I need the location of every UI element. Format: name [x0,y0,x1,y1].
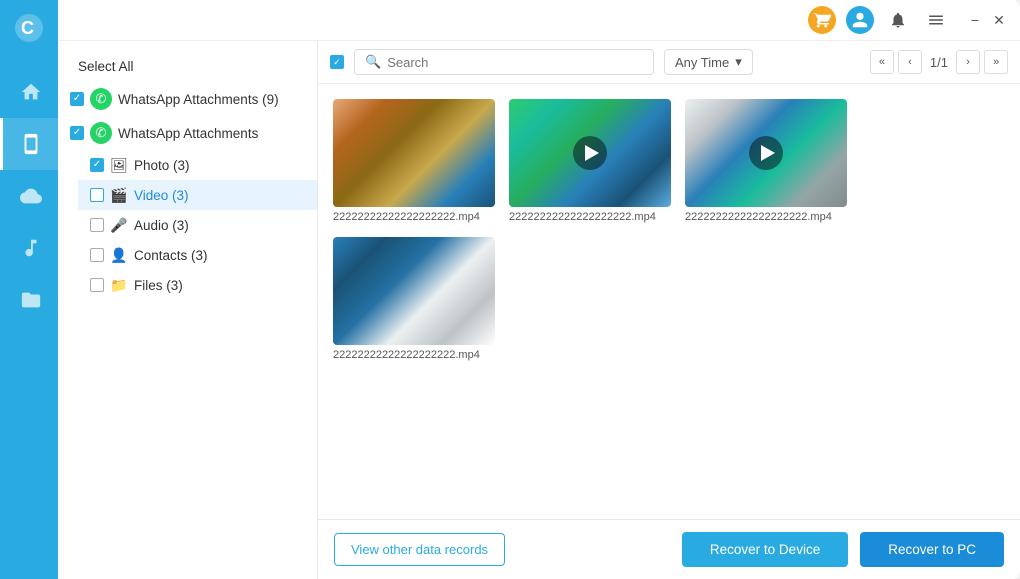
time-filter-dropdown[interactable]: Any Time ▾ [664,49,753,75]
main-window: − ✕ Select All ✆ WhatsApp Attachments (9… [58,0,1020,579]
nav-cloud[interactable] [0,170,58,222]
bell-icon[interactable] [884,6,912,34]
checkbox-contacts[interactable] [90,248,104,262]
page-info: 1/1 [926,55,952,70]
checkbox-whatsapp-top[interactable] [70,92,84,106]
time-filter-label: Any Time [675,55,729,70]
view-other-button[interactable]: View other data records [334,533,505,566]
media-name-2: 22222222222222222222.mp4 [509,211,671,223]
toolbar: 🔍 Any Time ▾ « ‹ 1/1 › » [318,41,1020,84]
recover-to-pc-button[interactable]: Recover to PC [860,532,1004,567]
search-icon: 🔍 [365,54,381,70]
play-button-3[interactable] [749,136,783,170]
video-icon: 🎬 [110,186,128,204]
checkbox-files[interactable] [90,278,104,292]
label-photo: Photo (3) [134,158,190,173]
close-button[interactable]: ✕ [990,11,1008,29]
app-logo: C [11,10,47,46]
media-item-3[interactable]: 22222222222222222222.mp4 [685,99,847,223]
whatsapp-icon-top: ✆ [90,88,112,110]
checkbox-video[interactable] [90,188,104,202]
nav-device[interactable] [0,118,58,170]
right-panel: 🔍 Any Time ▾ « ‹ 1/1 › » [318,41,1020,579]
media-item-2[interactable]: 22222222222222222222.mp4 [509,99,671,223]
select-all-row[interactable]: Select All [58,51,317,82]
media-item-4[interactable]: 22222222222222222222.mp4 [333,237,495,361]
svg-text:C: C [21,18,34,38]
page-last-button[interactable]: » [984,50,1008,74]
checkbox-audio[interactable] [90,218,104,232]
nav-folder[interactable] [0,274,58,326]
select-all-label: Select All [78,59,134,74]
title-bar-icons [808,6,950,34]
label-contacts: Contacts (3) [134,248,208,263]
media-thumb-2[interactable] [509,99,671,207]
whatsapp-icon: ✆ [90,122,112,144]
contacts-icon: 👤 [110,246,128,264]
page-prev-button[interactable]: ‹ [898,50,922,74]
checkbox-photo[interactable] [90,158,104,172]
audio-icon: 🎤 [110,216,128,234]
tree-item-video[interactable]: 🎬 Video (3) [78,180,317,210]
user-icon[interactable] [846,6,874,34]
tree-item-files[interactable]: 📁 Files (3) [78,270,317,300]
label-files: Files (3) [134,278,183,293]
tree-item-photo[interactable]: 🖼 Photo (3) [78,150,317,180]
sidebar-nav: C [0,0,58,579]
title-bar: − ✕ [58,0,1020,41]
label-video: Video (3) [134,188,189,203]
search-box[interactable]: 🔍 [354,49,654,75]
photo-icon: 🖼 [110,156,128,174]
menu-icon[interactable] [922,6,950,34]
nav-music[interactable] [0,222,58,274]
label-whatsapp-top: WhatsApp Attachments (9) [118,92,279,107]
media-grid: 22222222222222222222.mp4 222222222222222… [318,84,1020,519]
search-input[interactable] [387,55,643,70]
media-name-3: 22222222222222222222.mp4 [685,211,847,223]
label-audio: Audio (3) [134,218,189,233]
page-next-button[interactable]: › [956,50,980,74]
checkbox-whatsapp[interactable] [70,126,84,140]
pagination: « ‹ 1/1 › » [870,50,1008,74]
files-icon: 📁 [110,276,128,294]
media-name-4: 22222222222222222222.mp4 [333,349,495,361]
play-button-2[interactable] [573,136,607,170]
chevron-down-icon: ▾ [735,54,742,70]
tree-panel: Select All ✆ WhatsApp Attachments (9) ✆ … [58,41,318,579]
media-thumb-3[interactable] [685,99,847,207]
toolbar-select-all-checkbox[interactable] [330,55,344,69]
bottom-bar: View other data records Recover to Devic… [318,519,1020,579]
media-name-1: 22222222222222222222.mp4 [333,211,495,223]
page-first-button[interactable]: « [870,50,894,74]
window-controls: − ✕ [966,11,1008,29]
media-thumb-4[interactable] [333,237,495,345]
nav-home[interactable] [0,66,58,118]
tree-item-audio[interactable]: 🎤 Audio (3) [78,210,317,240]
media-item-1[interactable]: 22222222222222222222.mp4 [333,99,495,223]
tree-item-whatsapp-top[interactable]: ✆ WhatsApp Attachments (9) [58,82,317,116]
tree-item-whatsapp[interactable]: ✆ WhatsApp Attachments [58,116,317,150]
shop-icon[interactable] [808,6,836,34]
minimize-button[interactable]: − [966,11,984,29]
recover-to-device-button[interactable]: Recover to Device [682,532,848,567]
tree-item-contacts[interactable]: 👤 Contacts (3) [78,240,317,270]
content-area: Select All ✆ WhatsApp Attachments (9) ✆ … [58,41,1020,579]
media-thumb-1[interactable] [333,99,495,207]
label-whatsapp: WhatsApp Attachments [118,126,258,141]
